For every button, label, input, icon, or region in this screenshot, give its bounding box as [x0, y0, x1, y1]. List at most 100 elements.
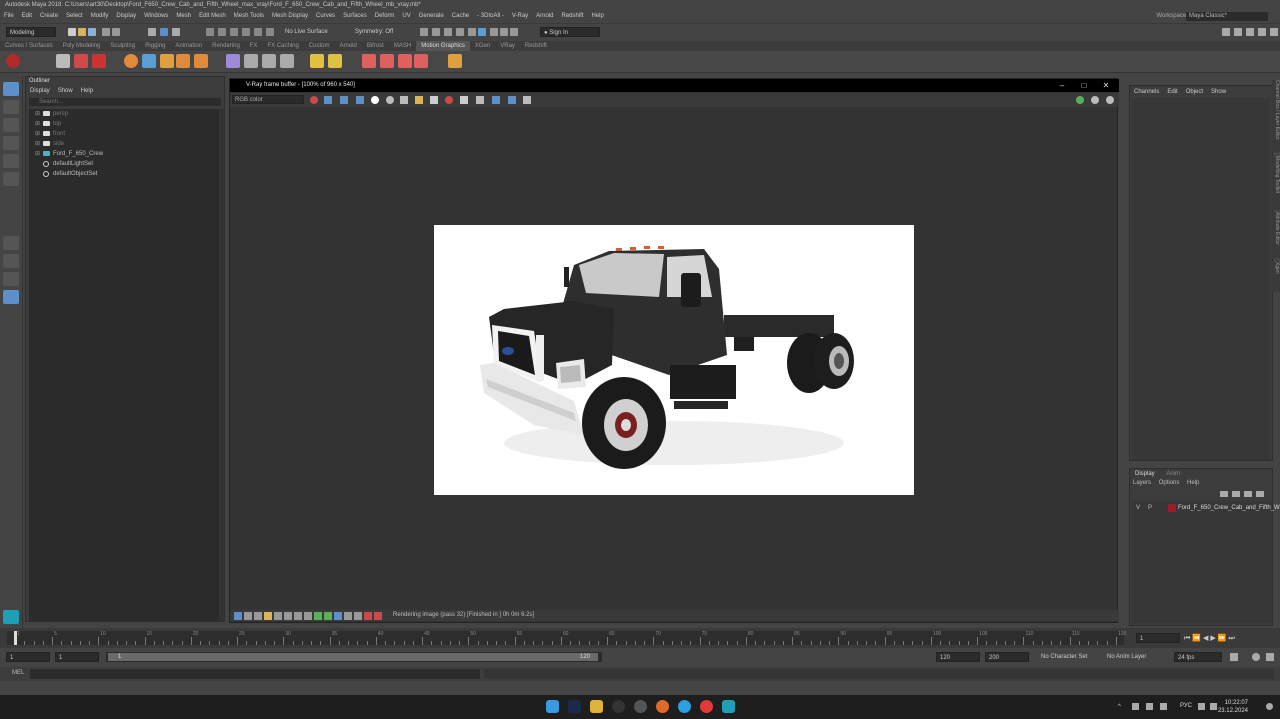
expand-icon[interactable]: ⊞: [35, 109, 40, 119]
menu-windows[interactable]: Windows: [140, 11, 172, 22]
select-component-icon[interactable]: [172, 28, 180, 36]
shelf-tab-custom[interactable]: Custom: [304, 41, 335, 51]
shelf-tab-vray[interactable]: VRay: [495, 41, 520, 51]
modeling-toolkit-icon[interactable]: [1222, 28, 1230, 36]
shelf-tab-arnold[interactable]: Arnold: [335, 41, 362, 51]
sign-in-button[interactable]: ● Sign In: [540, 27, 600, 37]
menu-surfaces[interactable]: Surfaces: [339, 11, 371, 22]
status-icon-9[interactable]: [314, 612, 322, 620]
open-scene-icon[interactable]: [78, 28, 86, 36]
telegram-icon[interactable]: [678, 700, 691, 713]
range-handle[interactable]: 1 120: [108, 653, 598, 661]
shelf-settings-icon[interactable]: [6, 54, 20, 68]
status-icon-12[interactable]: [344, 612, 352, 620]
expand-icon[interactable]: ⊞: [35, 149, 40, 159]
render-icon[interactable]: [420, 28, 428, 36]
outliner-item-side[interactable]: ⊞ side: [29, 139, 219, 149]
menu-help[interactable]: Help: [588, 11, 608, 22]
fps-dropdown[interactable]: 24 fps: [1174, 652, 1222, 662]
outliner-item-defaultobjectset[interactable]: defaultObjectSet: [29, 169, 219, 179]
playback-start-field[interactable]: 1: [55, 652, 99, 662]
move-tool-icon[interactable]: [3, 136, 19, 150]
mash-editor-icon[interactable]: [194, 54, 208, 68]
track-mouse-icon[interactable]: [310, 96, 318, 104]
channel-menu-edit[interactable]: Edit: [1163, 89, 1181, 95]
side-tab-modelling-toolkit[interactable]: Modelling Toolkit: [1272, 156, 1280, 210]
menu-display[interactable]: Display: [112, 11, 140, 22]
obs-icon[interactable]: [634, 700, 647, 713]
status-icon-2[interactable]: [244, 612, 252, 620]
pause-icon[interactable]: [510, 28, 518, 36]
outliner-item-ford-f-650-crew[interactable]: ⊞ Ford_F_650_Crew: [29, 149, 219, 159]
curve-tool-icon[interactable]: [142, 54, 156, 68]
swirl-icon[interactable]: [280, 54, 294, 68]
outliner-item-persp[interactable]: ⊞ persp: [29, 109, 219, 119]
status-icon-5[interactable]: [274, 612, 282, 620]
channel-dropdown[interactable]: RGB color: [232, 95, 304, 104]
status-icon-3[interactable]: [254, 612, 262, 620]
menu-mesh-tools[interactable]: Mesh Tools: [230, 11, 268, 22]
notifications-icon[interactable]: [1266, 703, 1273, 710]
motion-trail-icon[interactable]: [226, 54, 240, 68]
shelf-tab-bifrost[interactable]: Bifrost: [362, 41, 389, 51]
outliner-menu-show[interactable]: Show: [54, 88, 77, 94]
red-channel-icon[interactable]: [324, 96, 332, 104]
two-pane-icon[interactable]: [3, 272, 19, 286]
shelf-tab-mash[interactable]: MASH: [389, 41, 416, 51]
character-set-dropdown[interactable]: No Character Set: [1038, 652, 1102, 662]
steam-icon[interactable]: [568, 700, 581, 713]
single-pane-icon[interactable]: [3, 236, 19, 250]
play-forward-icon[interactable]: ▶: [1210, 635, 1217, 642]
snap-grid-icon[interactable]: [206, 28, 214, 36]
select-hierarchy-icon[interactable]: [148, 28, 156, 36]
end-frame-field[interactable]: 200: [985, 652, 1029, 662]
distribute-icon[interactable]: [362, 54, 376, 68]
layer-visibility[interactable]: V: [1136, 503, 1140, 513]
steam-tray-icon[interactable]: [1146, 703, 1153, 710]
windows-start-icon[interactable]: [546, 700, 559, 713]
menu-edit[interactable]: Edit: [18, 11, 36, 22]
step-back-key-icon[interactable]: ⏪: [1192, 635, 1203, 642]
status-icon-11[interactable]: [334, 612, 342, 620]
shelf-tab-rendering[interactable]: Rendering: [207, 41, 245, 51]
menu-cache[interactable]: Cache: [448, 11, 473, 22]
channel-menu-channels[interactable]: Channels: [1130, 89, 1163, 95]
telegram-tray-icon[interactable]: [1160, 703, 1167, 710]
shelf-menu-icon[interactable]: [56, 54, 70, 68]
svg-tool-icon[interactable]: [92, 54, 106, 68]
volume-icon[interactable]: [1210, 703, 1217, 710]
add-node-icon[interactable]: [310, 54, 324, 68]
tab-display[interactable]: Display: [1133, 471, 1157, 477]
layer-row[interactable]: V P Ford_F_650_Crew_Cab_and_Fifth_W: [1132, 503, 1280, 513]
vray-fb-icon[interactable]: [478, 28, 486, 36]
outliner-layout-icon[interactable]: [3, 290, 19, 304]
new-layer-selected-icon[interactable]: [1256, 491, 1264, 497]
playback-end-field[interactable]: 120: [936, 652, 980, 662]
channel-box-icon[interactable]: [1258, 28, 1266, 36]
bluetooth-icon[interactable]: [1132, 703, 1139, 710]
menu-arnold[interactable]: Arnold: [532, 11, 557, 22]
mono-icon[interactable]: [386, 96, 394, 104]
outliner-scrollbar[interactable]: [219, 109, 224, 621]
timeline-ruler[interactable]: 1 5 10 15 20 25 30 35 40 45 50 55 60 65 70 75 80 85 90 95 10…: [7, 631, 1126, 645]
undo-icon[interactable]: [102, 28, 110, 36]
load-image-icon[interactable]: [415, 96, 423, 104]
layer-move-down-icon[interactable]: [1232, 491, 1240, 497]
region-render-icon[interactable]: [460, 96, 468, 104]
status-icon-13[interactable]: [354, 612, 362, 620]
unreal-icon[interactable]: [612, 700, 625, 713]
outliner-item-defaultlightset[interactable]: defaultLightSet: [29, 159, 219, 169]
new-layer-icon[interactable]: [1244, 491, 1252, 497]
tray-chevron-icon[interactable]: ^: [1118, 704, 1121, 710]
side-tab-xgen[interactable]: Xgen: [1272, 262, 1280, 292]
shelf-tab-poly-modeling[interactable]: Poly Modeling: [58, 41, 106, 51]
symmetry-dropdown[interactable]: Symmetry: Off: [352, 27, 412, 37]
wifi-icon[interactable]: [1198, 703, 1205, 710]
loop-icon[interactable]: [1230, 653, 1238, 661]
shelf-tab-motion-graphics[interactable]: Motion Graphics: [416, 41, 470, 51]
maya-taskbar-icon[interactable]: [722, 700, 735, 713]
status-icon-8[interactable]: [304, 612, 312, 620]
scale-tool-icon[interactable]: [3, 172, 19, 186]
menu-generate[interactable]: Generate: [415, 11, 448, 22]
shelf-tab-animation[interactable]: Animation: [170, 41, 207, 51]
